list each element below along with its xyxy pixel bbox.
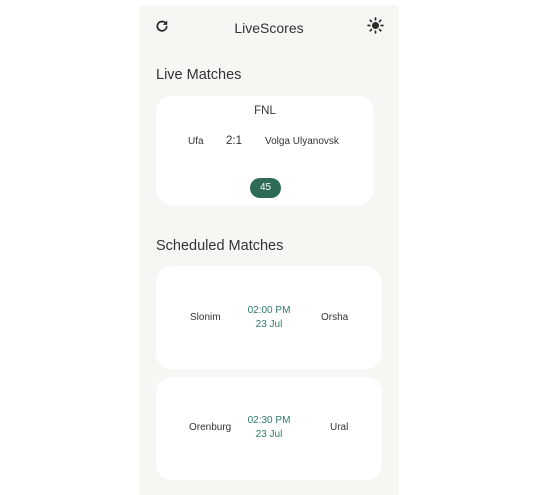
live-matches-heading: Live Matches xyxy=(156,67,242,83)
away-team: Volga Ulyanovsk xyxy=(265,136,339,147)
scheduled-match-card[interactable]: Orenburg 02:30 PM 23 Jul Ural xyxy=(156,377,382,480)
scheduled-match-card[interactable]: Slonim 02:00 PM 23 Jul Orsha xyxy=(156,266,382,369)
app-title: LiveScores xyxy=(234,20,304,36)
away-team: Orsha xyxy=(321,312,349,323)
match-minute-badge: 45 xyxy=(250,178,281,198)
league-name: FNL xyxy=(254,105,276,117)
live-match-card[interactable]: FNL Ufa 2:1 Volga Ulyanovsk 45 xyxy=(156,96,374,205)
app-screen: LiveScores Live Matches FNL Ufa 2:1 Volg… xyxy=(139,5,399,495)
scheduled-matches-heading: Scheduled Matches xyxy=(156,238,284,254)
away-team: Ural xyxy=(330,422,349,433)
top-bar: LiveScores xyxy=(139,5,399,51)
sun-icon xyxy=(366,17,384,39)
theme-toggle-button[interactable] xyxy=(365,17,385,39)
match-score: 2:1 xyxy=(226,135,242,147)
home-team: Ufa xyxy=(188,136,204,147)
